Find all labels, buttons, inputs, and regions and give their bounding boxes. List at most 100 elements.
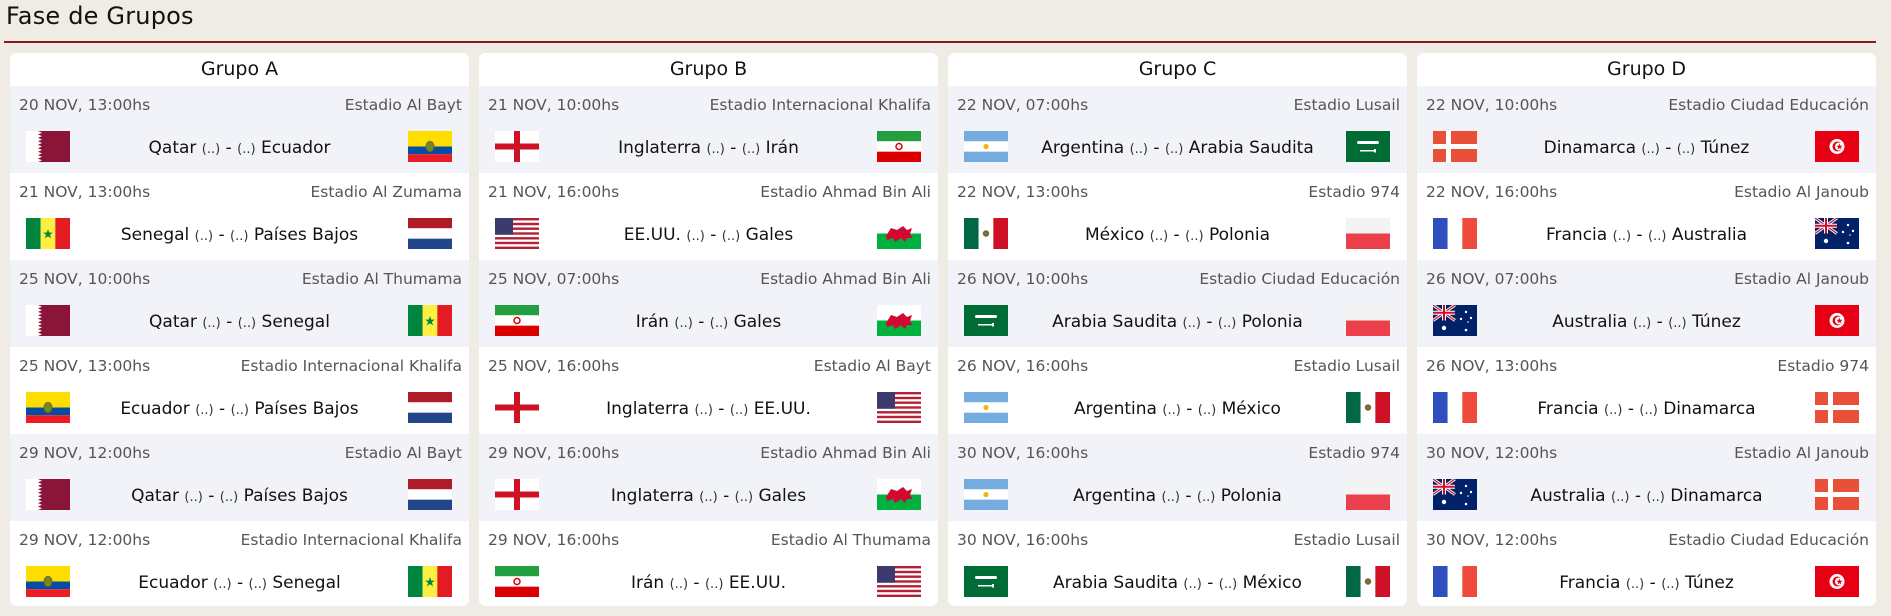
match-line: Qatar (..) - (..) Senegal [149, 312, 330, 332]
match-row[interactable]: 26 NOV, 10:00hs Estadio Ciudad Educación… [948, 260, 1407, 347]
match-row[interactable]: 26 NOV, 07:00hs Estadio Al Janoub Austra… [1417, 260, 1876, 347]
iran-flag-icon [877, 131, 921, 162]
ecuador-flag-icon [408, 131, 452, 162]
match-venue: Estadio Al Janoub [1734, 444, 1869, 462]
australia-flag-icon [1815, 218, 1859, 249]
away-score: (..) [734, 490, 754, 505]
match-row[interactable]: 30 NOV, 12:00hs Estadio Ciudad Educación… [1417, 521, 1876, 606]
match-venue: Estadio Al Bayt [813, 357, 931, 375]
match-row[interactable]: 29 NOV, 12:00hs Estadio Internacional Kh… [10, 521, 469, 606]
home-score: (..) [1129, 142, 1149, 157]
away-team: México [1221, 399, 1281, 419]
home-team: Ecuador [138, 573, 208, 593]
wales-flag-icon [877, 218, 921, 249]
match-row[interactable]: 21 NOV, 16:00hs Estadio Ahmad Bin Ali EE… [479, 173, 938, 260]
away-team: Polonia [1241, 312, 1303, 332]
match-line: Dinamarca (..) - (..) Túnez [1543, 138, 1750, 158]
title-divider [4, 41, 1876, 43]
match-row[interactable]: 29 NOV, 12:00hs Estadio Al Bayt Qatar (.… [10, 434, 469, 521]
match-venue: Estadio Ciudad Educación [1668, 96, 1869, 114]
away-team: Arabia Saudita [1188, 138, 1314, 158]
home-team: Argentina [1073, 486, 1157, 506]
match-date: 26 NOV, 16:00hs [957, 357, 1089, 375]
home-score: (..) [202, 316, 221, 331]
match-line: Argentina (..) - (..) Polonia [1073, 486, 1282, 506]
away-score: (..) [1197, 403, 1217, 418]
match-row[interactable]: 30 NOV, 16:00hs Estadio Lusail Arabia Sa… [948, 521, 1407, 606]
away-score: (..) [721, 229, 741, 244]
match-venue: Estadio Al Janoub [1734, 270, 1869, 288]
match-line: México (..) - (..) Polonia [1084, 225, 1271, 245]
match-date: 25 NOV, 07:00hs [488, 270, 620, 288]
group-card-d: Grupo D 22 NOV, 10:00hs Estadio Ciudad E… [1417, 53, 1876, 606]
home-team: Ecuador [120, 399, 190, 419]
match-row[interactable]: 22 NOV, 13:00hs Estadio 974 México (..) … [948, 173, 1407, 260]
match-row[interactable]: 26 NOV, 16:00hs Estadio Lusail Argentina… [948, 347, 1407, 434]
away-team: Polonia [1208, 225, 1271, 245]
match-row[interactable]: 22 NOV, 16:00hs Estadio Al Janoub Franci… [1417, 173, 1876, 260]
home-team: Australia [1530, 486, 1606, 506]
match-date: 25 NOV, 10:00hs [19, 270, 151, 288]
match-row[interactable]: 26 NOV, 13:00hs Estadio 974 Francia (..)… [1417, 347, 1876, 434]
match-date: 29 NOV, 12:00hs [19, 531, 151, 549]
match-row[interactable]: 29 NOV, 16:00hs Estadio Al Thumama Irán … [479, 521, 938, 606]
match-line: Francia (..) - (..) Dinamarca [1537, 399, 1756, 419]
away-score: (..) [704, 577, 724, 592]
match-row[interactable]: 21 NOV, 10:00hs Estadio Internacional Kh… [479, 86, 938, 173]
home-team: Irán [635, 312, 669, 332]
away-team: EE.UU. [753, 399, 811, 419]
match-line: Inglaterra (..) - (..) Gales [610, 486, 807, 506]
home-score: (..) [1611, 490, 1630, 505]
senegal-flag-icon [408, 566, 452, 597]
match-line: Argentina (..) - (..) México [1074, 399, 1281, 419]
away-team: Senegal [272, 573, 341, 593]
away-team: Polonia [1220, 486, 1282, 506]
away-team: México [1242, 573, 1302, 593]
match-date: 30 NOV, 16:00hs [957, 444, 1089, 462]
home-score: (..) [184, 490, 203, 505]
home-team: Qatar [148, 138, 197, 158]
away-team: Países Bajos [243, 486, 348, 506]
away-team: Gales [745, 225, 794, 245]
match-date: 29 NOV, 16:00hs [488, 531, 620, 549]
match-line: Inglaterra (..) - (..) EE.UU. [606, 399, 811, 419]
home-score: (..) [1625, 577, 1645, 592]
home-score: (..) [1161, 490, 1180, 505]
match-row[interactable]: 21 NOV, 13:00hs Estadio Al Zumama Senega… [10, 173, 469, 260]
match-venue: Estadio Internacional Khalifa [709, 96, 931, 114]
home-score: (..) [1604, 403, 1623, 418]
match-line: Australia (..) - (..) Túnez [1552, 312, 1741, 332]
match-row[interactable]: 22 NOV, 07:00hs Estadio Lusail Argentina… [948, 86, 1407, 173]
match-row[interactable]: 25 NOV, 07:00hs Estadio Ahmad Bin Ali Ir… [479, 260, 938, 347]
home-team: Argentina [1041, 138, 1125, 158]
tunisia-flag-icon [1815, 131, 1859, 162]
match-venue: Estadio Al Thumama [770, 531, 931, 549]
home-score: (..) [674, 316, 693, 331]
match-venue: Estadio Al Bayt [344, 96, 462, 114]
groups-container: Grupo A 20 NOV, 13:00hs Estadio Al Bayt … [10, 53, 1876, 606]
match-date: 21 NOV, 13:00hs [19, 183, 151, 201]
match-date: 26 NOV, 10:00hs [957, 270, 1089, 288]
match-line: Arabia Saudita (..) - (..) México [1053, 573, 1302, 593]
away-team: Dinamarca [1663, 399, 1756, 419]
away-score: (..) [237, 316, 257, 331]
match-row[interactable]: 25 NOV, 13:00hs Estadio Internacional Kh… [10, 347, 469, 434]
netherlands-flag-icon [408, 392, 452, 423]
match-row[interactable]: 25 NOV, 10:00hs Estadio Al Thumama Qatar… [10, 260, 469, 347]
match-row[interactable]: 30 NOV, 12:00hs Estadio Al Janoub Austra… [1417, 434, 1876, 521]
home-score: (..) [669, 577, 689, 592]
match-row[interactable]: 22 NOV, 10:00hs Estadio Ciudad Educación… [1417, 86, 1876, 173]
match-row[interactable]: 30 NOV, 16:00hs Estadio 974 Argentina (.… [948, 434, 1407, 521]
away-team: Túnez [1700, 138, 1750, 158]
away-score: (..) [230, 403, 249, 418]
match-row[interactable]: 29 NOV, 16:00hs Estadio Ahmad Bin Ali In… [479, 434, 938, 521]
away-team: Ecuador [261, 138, 331, 158]
match-row[interactable]: 25 NOV, 16:00hs Estadio Al Bayt Inglater… [479, 347, 938, 434]
page-title: Fase de Grupos [6, 2, 194, 30]
home-team: Inglaterra [606, 399, 690, 419]
match-line: Ecuador (..) - (..) Países Bajos [120, 399, 359, 419]
home-score: (..) [1183, 577, 1202, 592]
match-venue: Estadio Ahmad Bin Ali [760, 183, 931, 201]
match-row[interactable]: 20 NOV, 13:00hs Estadio Al Bayt Qatar (.… [10, 86, 469, 173]
home-score: (..) [1182, 316, 1201, 331]
